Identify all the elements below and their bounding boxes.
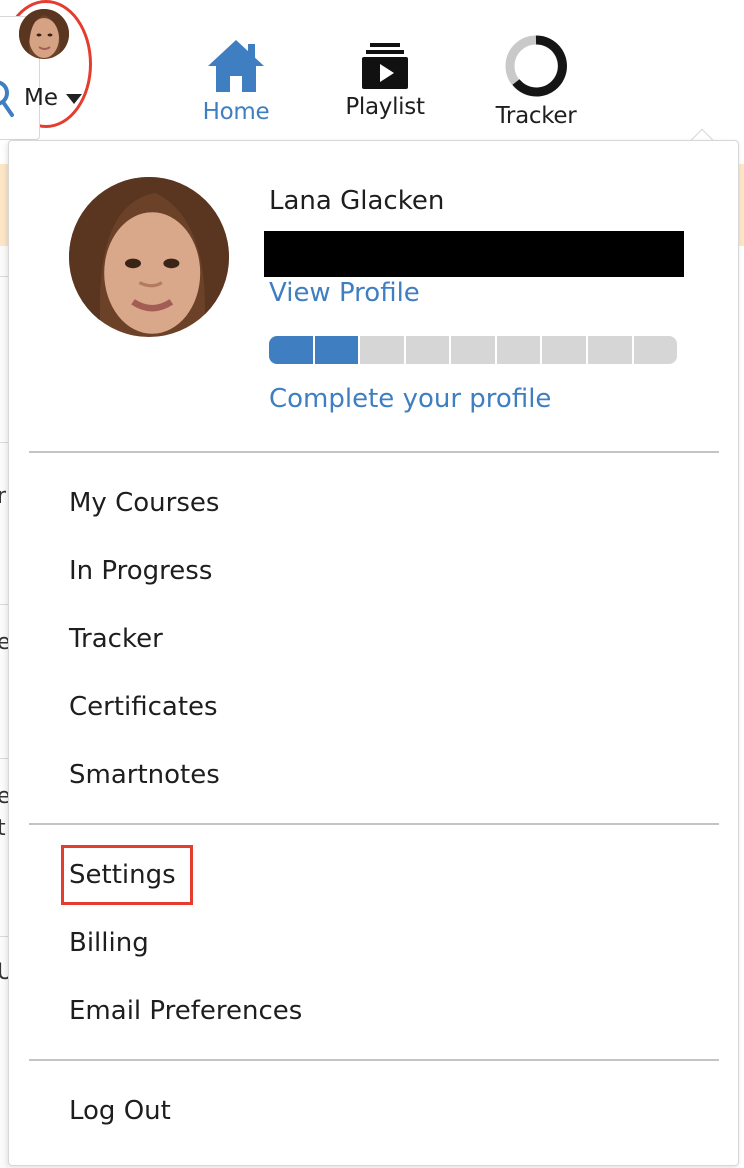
avatar bbox=[19, 9, 69, 59]
progress-segment-empty bbox=[587, 336, 632, 364]
nav-home[interactable]: Home bbox=[196, 30, 276, 126]
background-divider bbox=[0, 276, 8, 277]
background-page bbox=[0, 246, 8, 1168]
menu-item-email-preferences[interactable]: Email Preferences bbox=[69, 995, 302, 1027]
menu-item-log-out[interactable]: Log Out bbox=[69, 1095, 171, 1127]
background-divider bbox=[0, 442, 8, 443]
nav-playlist-label: Playlist bbox=[345, 94, 425, 120]
background-divider bbox=[0, 604, 8, 605]
progress-segment-empty bbox=[633, 336, 677, 364]
menu-item-billing[interactable]: Billing bbox=[69, 927, 149, 959]
home-icon bbox=[208, 40, 264, 92]
view-profile-link[interactable]: View Profile bbox=[269, 277, 420, 309]
user-name: Lana Glacken bbox=[269, 186, 445, 216]
menu-divider bbox=[29, 451, 719, 453]
menu-item-my-courses[interactable]: My Courses bbox=[69, 487, 219, 519]
progress-segment-empty bbox=[542, 336, 586, 364]
playlist-icon bbox=[362, 43, 408, 89]
nav-tracker-label: Tracker bbox=[495, 103, 577, 129]
profile-completion-bar bbox=[269, 336, 677, 364]
background-text-fragment: r bbox=[0, 484, 7, 509]
profile-dropdown: Lana Glacken View Profile Complete your … bbox=[8, 140, 739, 1166]
menu-item-in-progress[interactable]: In Progress bbox=[69, 555, 212, 587]
complete-profile-link[interactable]: Complete your profile bbox=[269, 383, 551, 415]
progress-segment-complete bbox=[314, 336, 359, 364]
progress-segment-empty bbox=[360, 336, 404, 364]
background-divider bbox=[0, 936, 8, 937]
progress-segment-empty bbox=[496, 336, 541, 364]
menu-item-smartnotes[interactable]: Smartnotes bbox=[69, 759, 220, 791]
menu-item-settings[interactable]: Settings bbox=[69, 859, 176, 891]
redacted-email bbox=[264, 231, 684, 277]
menu-divider bbox=[29, 823, 719, 825]
progress-segment-empty bbox=[451, 336, 495, 364]
background-divider bbox=[0, 758, 8, 759]
tracker-ring-icon bbox=[505, 35, 567, 97]
progress-segment-empty bbox=[405, 336, 450, 364]
profile-avatar bbox=[69, 177, 229, 337]
search-icon bbox=[0, 80, 14, 117]
menu-item-tracker[interactable]: Tracker bbox=[69, 623, 163, 655]
menu-item-certificates[interactable]: Certificates bbox=[69, 691, 218, 723]
background-text-fragment: e bbox=[0, 784, 8, 809]
background-text-fragment: e bbox=[0, 630, 8, 655]
caret-down-icon bbox=[66, 94, 82, 104]
menu-divider bbox=[29, 1059, 719, 1061]
nav-playlist[interactable]: Playlist bbox=[340, 30, 430, 121]
background-text-fragment: t bbox=[0, 816, 6, 841]
nav-me-label: Me bbox=[24, 85, 58, 111]
progress-segment-complete bbox=[269, 336, 313, 364]
nav-home-label: Home bbox=[202, 99, 270, 125]
nav-tracker[interactable]: Tracker bbox=[488, 30, 584, 130]
background-text-fragment: U bbox=[0, 960, 8, 985]
